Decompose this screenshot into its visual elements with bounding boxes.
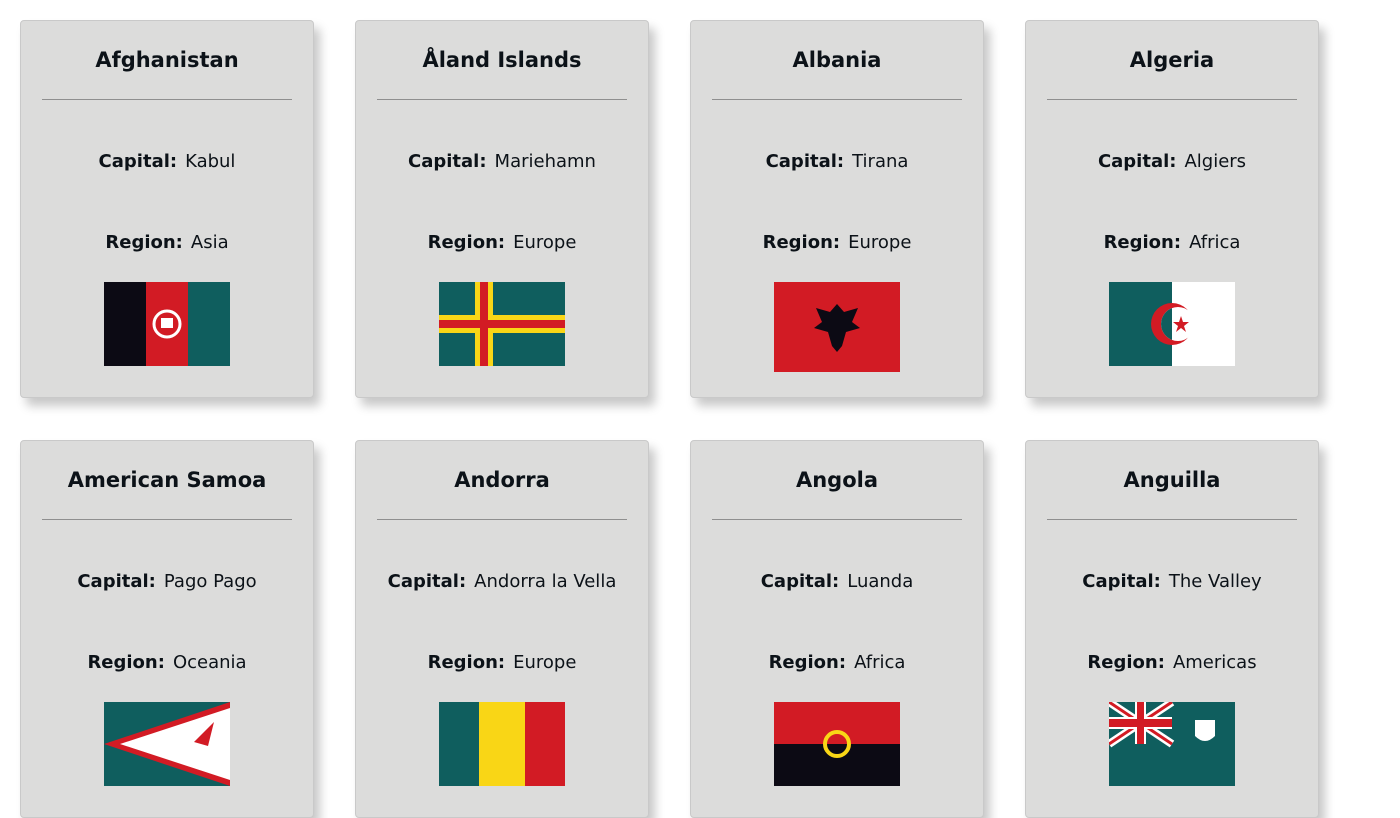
- region-label: Region:: [1103, 232, 1182, 253]
- region-row: Region: Asia: [21, 232, 313, 253]
- divider: [1047, 99, 1297, 100]
- capital-row: Capital: Mariehamn: [356, 151, 648, 172]
- region-row: Region: Europe: [356, 232, 648, 253]
- divider: [712, 519, 962, 520]
- region-row: Region: Americas: [1026, 652, 1318, 673]
- country-name: Afghanistan: [95, 48, 239, 72]
- divider: [1047, 519, 1297, 520]
- anguilla-flag: [1109, 702, 1235, 786]
- country-card[interactable]: Åland Islands Capital: Mariehamn Region: E…: [355, 20, 649, 398]
- afghanistan-flag: [104, 282, 230, 366]
- region-row: Region: Africa: [691, 652, 983, 673]
- region-value: Oceania: [172, 652, 247, 673]
- capital-value: Andorra la Vella: [474, 571, 617, 592]
- country-card[interactable]: Afghanistan Capital: Kabul Region: Asia: [20, 20, 314, 398]
- capital-label: Capital:: [408, 151, 487, 172]
- country-card[interactable]: Anguilla Capital: The Valley Region: Ameri…: [1025, 440, 1319, 818]
- capital-label: Capital:: [98, 151, 178, 172]
- region-label: Region:: [105, 232, 183, 253]
- country-card[interactable]: Andorra Capital: Andorra la Vella Region:…: [355, 440, 649, 818]
- country-name: Algeria: [1129, 48, 1215, 72]
- region-row: Region: Africa: [1026, 232, 1318, 253]
- andorra-flag: [439, 702, 565, 786]
- country-name: American Samoa: [67, 468, 267, 492]
- albania-flag: [774, 282, 900, 372]
- american-samoa-flag: [104, 702, 230, 786]
- region-label: Region:: [768, 652, 847, 673]
- capital-row: Capital: Algiers: [1026, 151, 1318, 172]
- country-card[interactable]: Albania Capital: Tirana Region: Europe: [690, 20, 984, 398]
- region-row: Region: Europe: [356, 652, 648, 673]
- region-value: Europe: [513, 652, 577, 673]
- region-label: Region:: [427, 232, 506, 253]
- capital-row: Capital: Luanda: [691, 571, 983, 592]
- country-grid: Afghanistan Capital: Kabul Region: Asia Ål…: [20, 20, 1319, 818]
- region-value: Americas: [1172, 652, 1257, 673]
- region-label: Region:: [1087, 652, 1165, 673]
- capital-value: Mariehamn: [494, 151, 596, 172]
- capital-value: The Valley: [1168, 571, 1262, 592]
- capital-label: Capital:: [77, 571, 156, 592]
- region-label: Region:: [87, 652, 165, 673]
- capital-value: Pago Pago: [163, 571, 257, 592]
- divider: [712, 99, 962, 100]
- capital-label: Capital:: [387, 571, 467, 592]
- capital-label: Capital:: [1097, 151, 1177, 172]
- region-label: Region:: [762, 232, 841, 253]
- region-row: Region: Europe: [691, 232, 983, 253]
- region-value: Europe: [513, 232, 577, 253]
- angola-flag: [774, 702, 900, 786]
- capital-label: Capital:: [760, 571, 840, 592]
- capital-row: Capital: The Valley: [1026, 571, 1318, 592]
- capital-row: Capital: Tirana: [691, 151, 983, 172]
- divider: [42, 519, 292, 520]
- country-name: Albania: [792, 48, 882, 72]
- region-value: Africa: [1189, 232, 1241, 253]
- divider: [377, 99, 627, 100]
- capital-value: Kabul: [185, 151, 236, 172]
- country-name: Angola: [795, 468, 879, 492]
- region-value: Asia: [190, 232, 229, 253]
- country-name: Åland Islands: [422, 48, 582, 72]
- region-value: Africa: [854, 652, 906, 673]
- capital-row: Capital: Andorra la Vella: [356, 571, 648, 592]
- capital-label: Capital:: [765, 151, 845, 172]
- country-card[interactable]: Angola Capital: Luanda Region: Africa: [690, 440, 984, 818]
- country-card[interactable]: American Samoa Capital: Pago Pago Region:…: [20, 440, 314, 818]
- capital-value: Tirana: [852, 151, 909, 172]
- capital-row: Capital: Kabul: [21, 151, 313, 172]
- capital-label: Capital:: [1082, 571, 1161, 592]
- capital-value: Algiers: [1184, 151, 1247, 172]
- aland-flag: [439, 282, 565, 366]
- algeria-flag: [1109, 282, 1235, 366]
- divider: [377, 519, 627, 520]
- region-value: Europe: [848, 232, 912, 253]
- capital-row: Capital: Pago Pago: [21, 571, 313, 592]
- country-name: Anguilla: [1123, 468, 1221, 492]
- region-row: Region: Oceania: [21, 652, 313, 673]
- capital-value: Luanda: [847, 571, 914, 592]
- country-card[interactable]: Algeria Capital: Algiers Region: Africa: [1025, 20, 1319, 398]
- divider: [42, 99, 292, 100]
- country-name: Andorra: [454, 468, 550, 492]
- region-label: Region:: [427, 652, 506, 673]
